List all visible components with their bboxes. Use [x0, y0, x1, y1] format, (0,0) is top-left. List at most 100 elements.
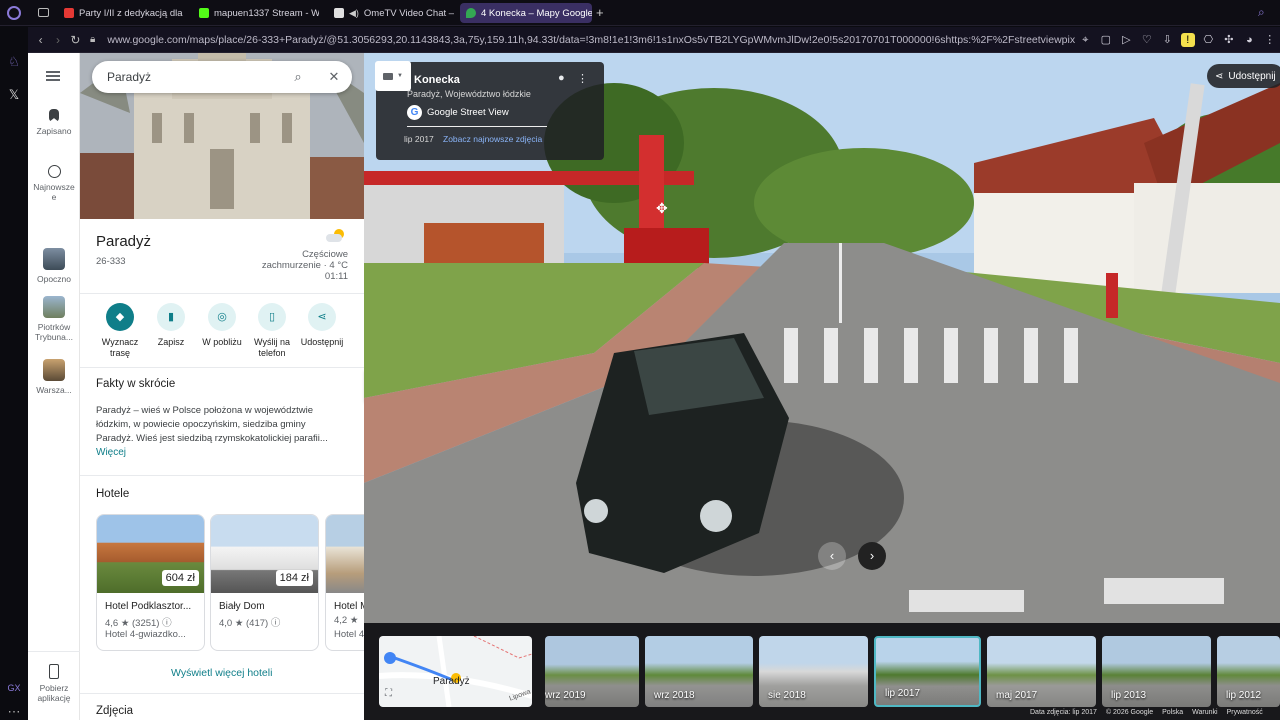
newer-photos-link[interactable]: Zobacz najnowsze zdjęcia — [443, 134, 542, 144]
hamburger-menu-icon[interactable] — [46, 71, 60, 81]
snapshot-icon[interactable]: ▢ — [1099, 33, 1113, 47]
hotel-rating: 4,2 ★ — [334, 615, 359, 626]
nearby-icon: ◎ — [208, 303, 236, 331]
rail-recent-label: Najnowsze — [33, 182, 75, 192]
rail-opoczno[interactable]: Opoczno — [28, 248, 80, 284]
aria-icon[interactable]: ♘ — [6, 54, 22, 70]
timeline-date: wrz 2018 — [654, 690, 695, 701]
opera-logo-icon[interactable] — [7, 6, 21, 20]
more-hotels-link[interactable]: Wyświetl więcej hoteli — [171, 667, 272, 679]
timeline-thumb[interactable]: sie 2018 — [759, 636, 868, 707]
wallet-icon[interactable]: ⎔ — [1202, 33, 1216, 47]
profile-icon[interactable]: ◕ — [1243, 33, 1257, 47]
more-icon[interactable]: ⋯ — [6, 704, 22, 720]
heart-icon[interactable]: ♡ — [1140, 33, 1154, 47]
browser-search-icon[interactable]: ⌕ — [1258, 5, 1265, 20]
timeline-thumb-selected[interactable]: lip 2017 — [874, 636, 981, 707]
send-to-phone-icon: ▯ — [258, 303, 286, 331]
save-label: Zapisz — [157, 337, 185, 347]
rail-piotrkow-label: Piotrków — [37, 322, 71, 332]
tab-label: Party I/II z dedykacją dla K — [79, 7, 184, 19]
search-box[interactable]: Paradyż ⌕ ✕ — [92, 61, 352, 93]
timeline-date: lip 2012 — [1226, 690, 1262, 701]
rail-recent[interactable]: Najnowsze e — [28, 165, 80, 202]
save-button[interactable]: ▮ Zapisz — [143, 303, 199, 348]
hotel-rating: 4,6 ★ (3251) ⓘ — [105, 618, 172, 629]
share-button[interactable]: ⋖ Udostępnij — [294, 303, 350, 348]
share-icon: ⋖ — [308, 303, 336, 331]
tab-bar: Party I/II z dedykacją dla K mapuen1337 … — [0, 0, 1280, 26]
sv-share-label: Udostępnij — [1228, 70, 1276, 82]
hotel-card[interactable]: 184 zł Biały Dom 4,0 ★ (417) ⓘ — [210, 514, 319, 651]
hotel-name: Hotel M — [334, 601, 364, 612]
timeline-thumb[interactable]: lip 2013 — [1102, 636, 1211, 707]
timeline-thumb[interactable]: wrz 2018 — [645, 636, 753, 707]
send-to-phone-button[interactable]: ▯ Wyślij na telefon — [244, 303, 300, 359]
location-pin-icon[interactable]: ● — [558, 72, 565, 84]
gx-icon[interactable]: GX — [6, 680, 22, 696]
send-label-1: Wyślij na — [254, 337, 290, 347]
tab-overview-icon[interactable] — [38, 8, 49, 17]
divider — [407, 126, 547, 127]
rail-piotrkow[interactable]: Piotrków Trybuna... — [28, 296, 80, 342]
forward-icon[interactable]: › — [49, 33, 66, 47]
weather-cloud-sun-icon — [326, 229, 346, 243]
more-options-icon[interactable]: ⋮ — [577, 72, 588, 85]
menu-icon[interactable]: ⋮ — [1263, 33, 1277, 47]
sv-share-button[interactable]: ⋖ Udostępnij — [1207, 64, 1280, 88]
tab-party[interactable]: Party I/II z dedykacją dla K — [58, 3, 184, 23]
tab-ometv[interactable]: ◀) OmeTV Video Chat — — [328, 3, 454, 23]
directions-button[interactable]: ◆ Wyznacz trasę — [92, 303, 148, 359]
nav-arrow-left[interactable]: ‹ — [818, 542, 846, 570]
downloads-icon[interactable]: ⇩ — [1161, 33, 1175, 47]
rail-get-app[interactable]: Pobierz aplikację — [28, 664, 80, 703]
hotel-card[interactable]: 604 zł Hotel Podklasztor... 4,6 ★ (3251)… — [96, 514, 205, 651]
timeline-date: maj 2017 — [996, 690, 1038, 701]
search-icon[interactable]: ⌕ — [290, 69, 306, 85]
nav-arrow-right[interactable]: › — [858, 542, 886, 570]
puzzle-icon[interactable]: ✣ — [1222, 33, 1236, 47]
x-twitter-icon[interactable]: 𝕏 — [6, 87, 22, 103]
nearby-button[interactable]: ◎ W pobliżu — [194, 303, 250, 348]
terms-link[interactable]: Warunki — [1192, 709, 1217, 716]
new-tab-button[interactable]: + — [596, 5, 604, 20]
timeline-thumb[interactable]: maj 2017 — [987, 636, 1096, 707]
timeline-date: lip 2013 — [1111, 690, 1147, 701]
privacy-link[interactable]: Prywatność — [1227, 709, 1263, 716]
rail-saved[interactable]: Zapisano — [28, 109, 80, 136]
facts-more-link[interactable]: Więcej — [96, 447, 126, 458]
hotel-price: 184 zł — [275, 570, 313, 586]
sv-street-name: Konecka — [414, 74, 460, 86]
youtube-icon — [64, 8, 74, 18]
pin-icon[interactable]: ⌖ — [1079, 33, 1093, 47]
close-icon[interactable]: ✕ — [326, 69, 342, 85]
rail-warsaw[interactable]: Warsza... — [28, 359, 80, 395]
expand-icon[interactable]: ⛶ — [385, 688, 392, 699]
tab-google-maps[interactable]: 4 Konecka – Mapy Google — [460, 3, 592, 23]
back-to-map-button[interactable]: ▼ — [375, 61, 411, 91]
timeline-thumb[interactable]: wrz 2019 — [545, 636, 639, 707]
back-icon[interactable]: ‹ — [32, 33, 49, 47]
hotel-card[interactable]: Hotel M 4,2 ★ Hotel 4 — [325, 514, 364, 651]
search-input[interactable]: Paradyż — [107, 70, 151, 84]
place-title: Paradyż — [96, 233, 152, 250]
timeline-thumb[interactable]: lip 2012 — [1217, 636, 1280, 707]
photos-heading: Zdjęcia — [96, 705, 134, 717]
reload-icon[interactable]: ↻ — [67, 33, 84, 47]
place-panel: Paradyż ⌕ ✕ Paradyż 26-333 Częściowe zac… — [80, 53, 364, 720]
send-icon[interactable]: ▷ — [1120, 33, 1134, 47]
opoczno-thumb — [43, 248, 65, 270]
minimap[interactable]: Paradyż Lipowa ⛶ — [379, 636, 532, 707]
hotel-name: Hotel Podklasztor... — [105, 601, 192, 612]
send-label-2: telefon — [258, 348, 286, 358]
country-link[interactable]: Polska — [1162, 709, 1183, 716]
tab-kick-stream[interactable]: mapuen1337 Stream - Wat — [193, 3, 319, 23]
rail-opoczno-label: Opoczno — [36, 274, 72, 284]
bookmark-icon — [49, 109, 59, 122]
extension-yellow-icon[interactable]: ! — [1181, 32, 1195, 47]
minimap-town: Paradyż — [433, 676, 470, 687]
url-field[interactable]: www.google.com/maps/place/26-333+Paradyż… — [107, 34, 1075, 46]
divider — [80, 367, 364, 368]
rail-saved-label: Zapisano — [36, 126, 72, 136]
copyright: © 2026 Google — [1105, 709, 1154, 716]
